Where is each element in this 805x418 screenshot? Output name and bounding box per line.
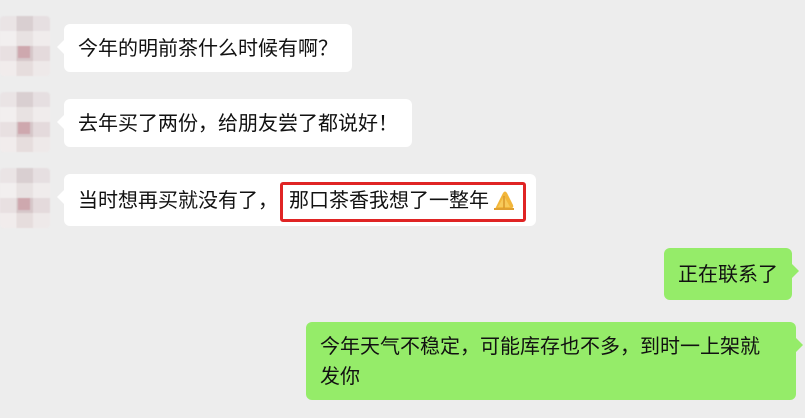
incoming-message-bubble[interactable]: 今年的明前茶什么时候有啊？ (57, 24, 352, 72)
outgoing-message-bubble[interactable]: 正在联系了 (664, 248, 799, 300)
chat-window: 今年的明前茶什么时候有啊？ 去年买了两份，给朋友尝了都说好！ 当时想再买就没有了… (0, 0, 805, 418)
highlight-box: 那口茶香我想了一整年 (280, 182, 526, 222)
incoming-message-bubble[interactable]: 去年买了两份，给朋友尝了都说好！ (57, 99, 412, 147)
message-text-line-2: 发你 (320, 364, 360, 388)
contact-avatar[interactable] (0, 92, 50, 152)
outgoing-message-bubble[interactable]: 今年天气不稳定，可能库存也不多，到时一上架就 发你 (306, 322, 803, 400)
message-text: 正在联系了 (678, 262, 778, 286)
message-text: 当时想再买就没有了， (78, 188, 278, 212)
contact-avatar[interactable] (0, 168, 50, 228)
highlighted-text: 那口茶香我想了一整年 (289, 188, 489, 212)
incoming-message-bubble[interactable]: 当时想再买就没有了， 那口茶香我想了一整年 (57, 174, 536, 226)
message-text: 去年买了两份，给朋友尝了都说好！ (78, 111, 398, 135)
message-text-line-1: 今年天气不稳定，可能库存也不多，到时一上架就 (320, 334, 760, 358)
contact-avatar[interactable] (0, 16, 50, 76)
message-text: 今年的明前茶什么时候有啊？ (78, 36, 338, 60)
praying-hands-icon (491, 187, 517, 217)
